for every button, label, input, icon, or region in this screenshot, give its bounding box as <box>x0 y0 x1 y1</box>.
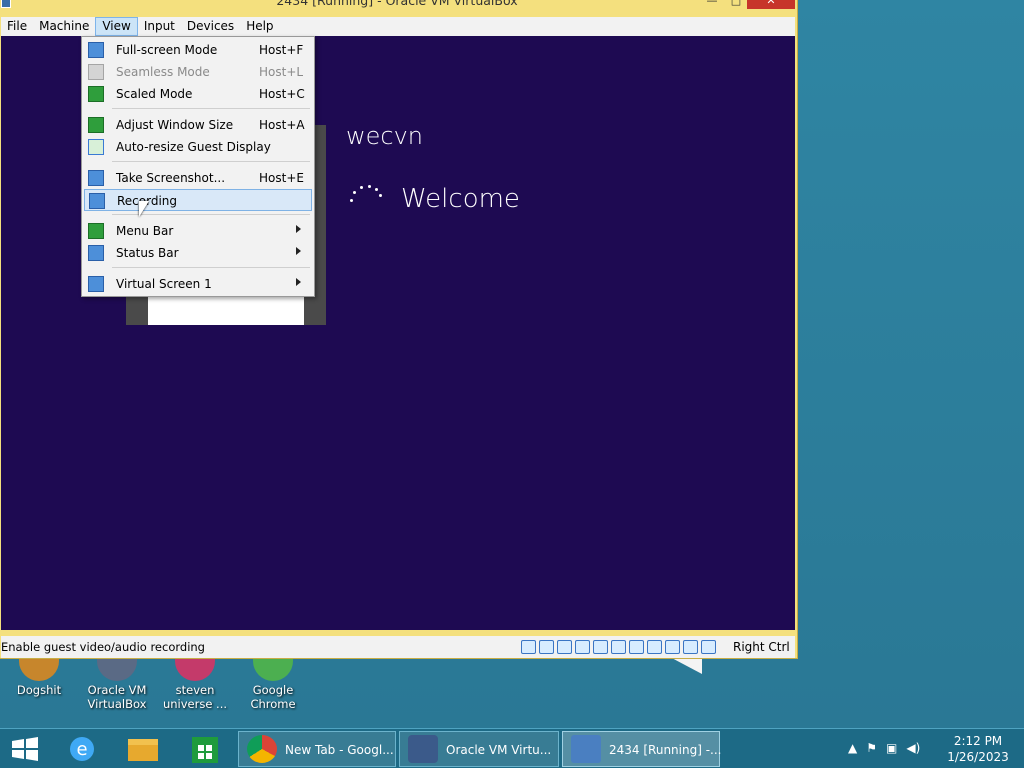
menu-input[interactable]: Input <box>138 17 181 36</box>
menu-item-menu-bar[interactable]: Menu Bar <box>84 220 312 242</box>
menu-machine[interactable]: Machine <box>33 17 95 36</box>
status-bar: Enable guest video/audio recording Right… <box>1 636 795 658</box>
menu-bar-icon <box>88 223 104 239</box>
maximize-button[interactable]: □ <box>727 0 745 9</box>
show-hidden-icons-icon[interactable]: ▲ <box>848 741 857 755</box>
menu-separator <box>112 267 310 268</box>
shared-folders-icon[interactable] <box>611 640 626 654</box>
submenu-arrow-icon <box>296 247 301 255</box>
host-key-arrow-icon[interactable] <box>701 640 716 654</box>
clock[interactable]: 2:12 PM 1/26/2023 <box>936 733 1020 765</box>
internet-explorer-icon: e <box>70 737 94 761</box>
menu-item-recording[interactable]: Recording <box>84 189 312 211</box>
status-indicators <box>521 640 716 654</box>
desktop-icon-label: steven universe ... <box>162 683 228 711</box>
minimize-button[interactable]: — <box>703 0 721 9</box>
menu-view[interactable]: View <box>95 17 138 36</box>
task-chrome[interactable]: New Tab - Googl... <box>238 731 396 767</box>
chrome-icon <box>247 735 277 763</box>
menu-item-auto-resize-guest-display[interactable]: Auto-resize Guest Display <box>84 136 312 158</box>
title-bar[interactable]: 2434 [Running] - Oracle VM VirtualBox — … <box>0 0 797 11</box>
guest-user-name: wecvn <box>346 122 424 150</box>
adjust-window-icon <box>88 117 104 133</box>
desktop-icon-google-chrome[interactable]: Google Chrome <box>234 655 312 711</box>
task-vm-2434[interactable]: 2434 [Running] -... <box>562 731 721 767</box>
close-button[interactable]: ✕ <box>747 0 795 9</box>
folder-icon <box>128 739 158 761</box>
network-icon[interactable] <box>575 640 590 654</box>
clock-date: 1/26/2023 <box>947 750 1009 764</box>
auto-resize-checkbox-icon <box>88 139 104 155</box>
menu-separator <box>112 108 310 109</box>
audio-icon[interactable] <box>557 640 572 654</box>
submenu-arrow-icon <box>296 278 301 286</box>
desktop-icon-label: Oracle VM VirtualBox <box>87 683 147 711</box>
volume-icon[interactable]: ◀) <box>906 741 920 755</box>
status-bar-icon <box>88 245 104 261</box>
desktop-icon-label: Dogshit <box>16 683 62 697</box>
vm-icon <box>571 735 601 763</box>
seamless-icon <box>88 64 104 80</box>
taskbar-file-explorer[interactable] <box>114 731 174 767</box>
svg-text:e: e <box>76 739 87 760</box>
status-message: Enable guest video/audio recording <box>1 640 205 654</box>
taskbar-store[interactable] <box>176 731 236 767</box>
menu-separator <box>112 161 310 162</box>
desktop-icon-dogshit[interactable]: Dogshit <box>0 655 78 697</box>
clock-time: 2:12 PM <box>953 734 1003 748</box>
menu-item-scaled-mode[interactable]: Scaled Mode Host+C <box>84 83 312 105</box>
desktop-icon-steven-universe[interactable]: steven universe ... <box>156 655 234 711</box>
start-button[interactable] <box>0 731 60 767</box>
cpu-icon[interactable] <box>665 640 680 654</box>
optical-drive-icon[interactable] <box>539 640 554 654</box>
submenu-arrow-icon <box>296 225 301 233</box>
host-key-label: Right Ctrl <box>733 640 790 654</box>
mouse-integration-icon[interactable] <box>683 640 698 654</box>
menu-help[interactable]: Help <box>240 17 279 36</box>
scaled-mode-icon <box>88 86 104 102</box>
taskbar: e New Tab - Googl... Oracle VM Virtu... … <box>0 728 1024 768</box>
camera-icon <box>88 170 104 186</box>
window-title: 2434 [Running] - Oracle VM VirtualBox <box>276 0 518 8</box>
loading-spinner-icon <box>348 183 382 205</box>
recording-icon <box>89 193 105 209</box>
menu-item-adjust-window-size[interactable]: Adjust Window Size Host+A <box>84 114 312 136</box>
menu-item-take-screenshot[interactable]: Take Screenshot... Host+E <box>84 167 312 189</box>
display-icon[interactable] <box>629 640 644 654</box>
system-tray: ▲ ⚑ ▣ ◀) <box>848 741 920 755</box>
desktop-icon-virtualbox[interactable]: Oracle VM VirtualBox <box>78 655 156 711</box>
hard-disk-icon[interactable] <box>521 640 536 654</box>
menu-item-status-bar[interactable]: Status Bar <box>84 242 312 264</box>
store-icon <box>192 737 218 763</box>
menu-item-full-screen-mode[interactable]: Full-screen Mode Host+F <box>84 39 312 61</box>
taskbar-internet-explorer[interactable]: e <box>54 731 114 767</box>
menu-item-seamless-mode[interactable]: Seamless Mode Host+L <box>84 61 312 83</box>
menu-file[interactable]: File <box>1 17 33 36</box>
mouse-cursor-icon <box>139 201 149 217</box>
virtual-screen-icon <box>88 276 104 292</box>
menu-devices[interactable]: Devices <box>181 17 240 36</box>
windows-logo-icon <box>12 737 38 761</box>
recording-icon[interactable] <box>647 640 662 654</box>
welcome-message: Welcome <box>401 184 520 214</box>
task-virtualbox-manager[interactable]: Oracle VM Virtu... <box>399 731 559 767</box>
menu-item-virtual-screen-1[interactable]: Virtual Screen 1 <box>84 273 312 295</box>
action-center-flag-icon[interactable]: ⚑ <box>866 741 877 755</box>
full-screen-icon <box>88 42 104 58</box>
network-icon[interactable]: ▣ <box>886 741 897 755</box>
virtualbox-icon <box>408 735 438 763</box>
usb-icon[interactable] <box>593 640 608 654</box>
desktop-icon-label: Google Chrome <box>250 683 296 711</box>
view-dropdown-menu: Full-screen Mode Host+F Seamless Mode Ho… <box>81 36 315 297</box>
menu-bar: File Machine View Input Devices Help <box>1 17 795 36</box>
